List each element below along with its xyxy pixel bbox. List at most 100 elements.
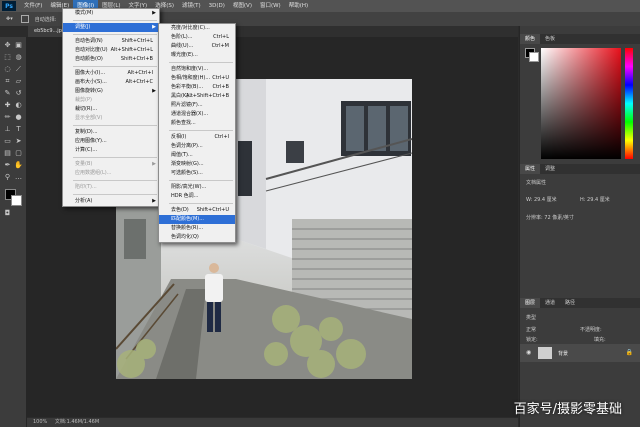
hand-tool-icon[interactable]: ✋ (14, 161, 23, 170)
gradient-tool-icon[interactable]: ▤ (3, 149, 12, 158)
tab-paths[interactable]: 路径 (560, 298, 580, 308)
blur-tool-icon[interactable]: ◐ (14, 101, 23, 110)
menu-option[interactable]: 复制(D)... (63, 128, 159, 137)
quick-mask-icon[interactable]: ◘ (3, 209, 12, 218)
menu-option-label: 调整(J) (75, 24, 91, 30)
menu-option[interactable]: 色调分离(P)... (159, 142, 235, 151)
menu-option: 陷印(T)... (63, 183, 159, 192)
menu-option[interactable]: 色调均化(Q) (159, 233, 235, 242)
menu-option[interactable]: 自动对比度(U) Alt+Shift+Ctrl+L (63, 46, 159, 55)
eyedropper-tool-icon[interactable]: ✎ (3, 89, 12, 98)
dodge-tool-icon[interactable]: ● (14, 113, 23, 122)
menu-separator (73, 20, 157, 21)
eraser-tool-icon[interactable]: ▭ (3, 137, 12, 146)
tab-properties[interactable]: 属性 (520, 164, 541, 174)
layer-row[interactable]: ◉ 背景 🔒 (520, 344, 640, 362)
height-field[interactable]: H: 29.4 厘米 (580, 196, 610, 203)
menu-option[interactable]: 曝光度(E)... (159, 51, 235, 60)
tab-layers[interactable]: 图层 (520, 298, 541, 308)
auto-select-checkbox[interactable] (20, 15, 29, 23)
height-label: H: (580, 197, 586, 203)
menu-option-label: 替换颜色(R)... (171, 225, 204, 231)
menu-option[interactable]: 可选颜色(S)... (159, 169, 235, 178)
menu-option-label: 阈值(T)... (171, 152, 193, 158)
menu-item[interactable]: 滤镜(T) (178, 0, 205, 12)
menu-option[interactable]: 图像旋转(G) ▶ (63, 87, 159, 96)
menu-option[interactable]: 色阶(L)... Ctrl+L (159, 33, 235, 42)
quick-select-icon[interactable]: ◍ (14, 53, 23, 62)
menu-option[interactable]: 渐变映射(G)... (159, 160, 235, 169)
menu-option[interactable]: 黑白(K)... Alt+Shift+Ctrl+B (159, 92, 235, 101)
path-select-icon[interactable]: ➤ (14, 137, 23, 146)
menu-item[interactable]: 3D(D) (205, 0, 229, 12)
brush-tool-icon[interactable]: ✏ (3, 113, 12, 122)
menu-option[interactable]: 阈值(T)... (159, 151, 235, 160)
color-panel-background[interactable] (529, 52, 539, 62)
menu-option[interactable]: 色彩平衡(B)... Ctrl+B (159, 83, 235, 92)
menu-option[interactable]: 去色(D) Shift+Ctrl+U (159, 206, 235, 215)
zoom-level[interactable]: 100% (33, 419, 47, 425)
menu-option[interactable]: HDR 色调... (159, 192, 235, 201)
menu-item[interactable]: 视图(V) (229, 0, 256, 12)
menu-option[interactable]: 裁切(R)... (63, 105, 159, 114)
layer-kind-filter[interactable]: 类型 (526, 314, 536, 321)
tab-channels[interactable]: 通道 (540, 298, 560, 308)
menu-option[interactable]: 颜色查找... (159, 119, 235, 128)
menu-option[interactable]: 反相(I) Ctrl+I (159, 133, 235, 142)
marquee-tool-icon[interactable]: ⬚ (3, 53, 12, 62)
menu-shortcut: Shift+Ctrl+B (120, 56, 153, 62)
menu-option[interactable]: 照片滤镜(F)... (159, 101, 235, 110)
menu-option: 应用数据组(L)... (63, 169, 159, 178)
menu-option[interactable]: 通道混合器(X)... (159, 110, 235, 119)
width-field[interactable]: W: 29.4 厘米 (526, 196, 557, 203)
more-tools-icon[interactable]: … (14, 173, 23, 182)
move-tool-icon[interactable]: ✥ (3, 41, 12, 50)
submenu-arrow-icon: ▶ (152, 198, 156, 204)
menu-item[interactable]: 窗口(W) (256, 0, 285, 12)
crop-tool-icon[interactable]: ⌗ (3, 77, 12, 86)
menu-option[interactable]: 计算(C)... (63, 146, 159, 155)
menu-option-label: 可选颜色(S)... (171, 170, 203, 176)
menu-option-label: 模式(M) (75, 10, 94, 16)
menu-option[interactable]: 亮度/对比度(C)... (159, 24, 235, 33)
ruler-tool-icon[interactable]: ▱ (14, 77, 23, 86)
hue-slider[interactable] (625, 48, 633, 159)
tab-adjustments[interactable]: 调整 (540, 164, 560, 174)
color-picker-field[interactable] (541, 48, 621, 159)
visibility-eye-icon[interactable]: ◉ (526, 349, 531, 356)
shape-tool-icon[interactable]: ▢ (14, 149, 23, 158)
menu-option[interactable]: 应用图像(Y)... (63, 137, 159, 146)
text-tool-icon[interactable]: T (14, 125, 23, 134)
menu-item[interactable]: 文件(F) (20, 0, 46, 12)
submenu-arrow-icon: ▶ (152, 24, 156, 30)
zoom-tool-icon[interactable]: ⚲ (3, 173, 12, 182)
menu-option[interactable]: 分析(A) ▶ (63, 197, 159, 206)
menu-option-label: 自动颜色(O) (75, 56, 103, 62)
history-brush-icon[interactable]: ↺ (14, 89, 23, 98)
lasso-tool-icon[interactable]: ◌ (3, 65, 12, 74)
menu-option[interactable]: 模式(M) ▶ (63, 9, 159, 18)
blend-mode-select[interactable]: 正常 (526, 326, 536, 333)
clone-stamp-icon[interactable]: ⊥ (3, 125, 12, 134)
menu-option[interactable]: 曲线(U)... Ctrl+M (159, 42, 235, 51)
menu-option[interactable]: 色相/饱和度(H)... Ctrl+U (159, 74, 235, 83)
slice-tool-icon[interactable]: ⟋ (14, 65, 23, 74)
menu-option[interactable]: 阴影/高光(W)... (159, 183, 235, 192)
move-tool-icon[interactable]: ✥▾ (6, 16, 13, 22)
tab-swatches[interactable]: 色板 (540, 34, 560, 44)
menu-option[interactable]: 替换颜色(R)... (159, 224, 235, 233)
pen-tool-icon[interactable]: ✒ (3, 161, 12, 170)
menu-option[interactable]: 图像大小(I)... Alt+Ctrl+I (63, 69, 159, 78)
background-color-swatch[interactable] (11, 195, 22, 206)
menu-item[interactable]: 帮助(H) (285, 0, 312, 12)
menu-option[interactable]: 画布大小(S)... Alt+Ctrl+C (63, 78, 159, 87)
menu-option[interactable]: 匹配颜色(M)... (159, 215, 235, 224)
menu-option[interactable]: 调整(J) ▶ (63, 23, 159, 32)
artboard-tool-icon[interactable]: ▣ (14, 41, 23, 50)
healing-brush-icon[interactable]: ✚ (3, 101, 12, 110)
tab-color[interactable]: 颜色 (520, 34, 541, 44)
menu-option-label: 变量(B) (75, 161, 93, 167)
menu-option[interactable]: 自动色调(N) Shift+Ctrl+L (63, 37, 159, 46)
menu-option[interactable]: 自动颜色(O) Shift+Ctrl+B (63, 55, 159, 64)
menu-option[interactable]: 自然饱和度(V)... (159, 65, 235, 74)
